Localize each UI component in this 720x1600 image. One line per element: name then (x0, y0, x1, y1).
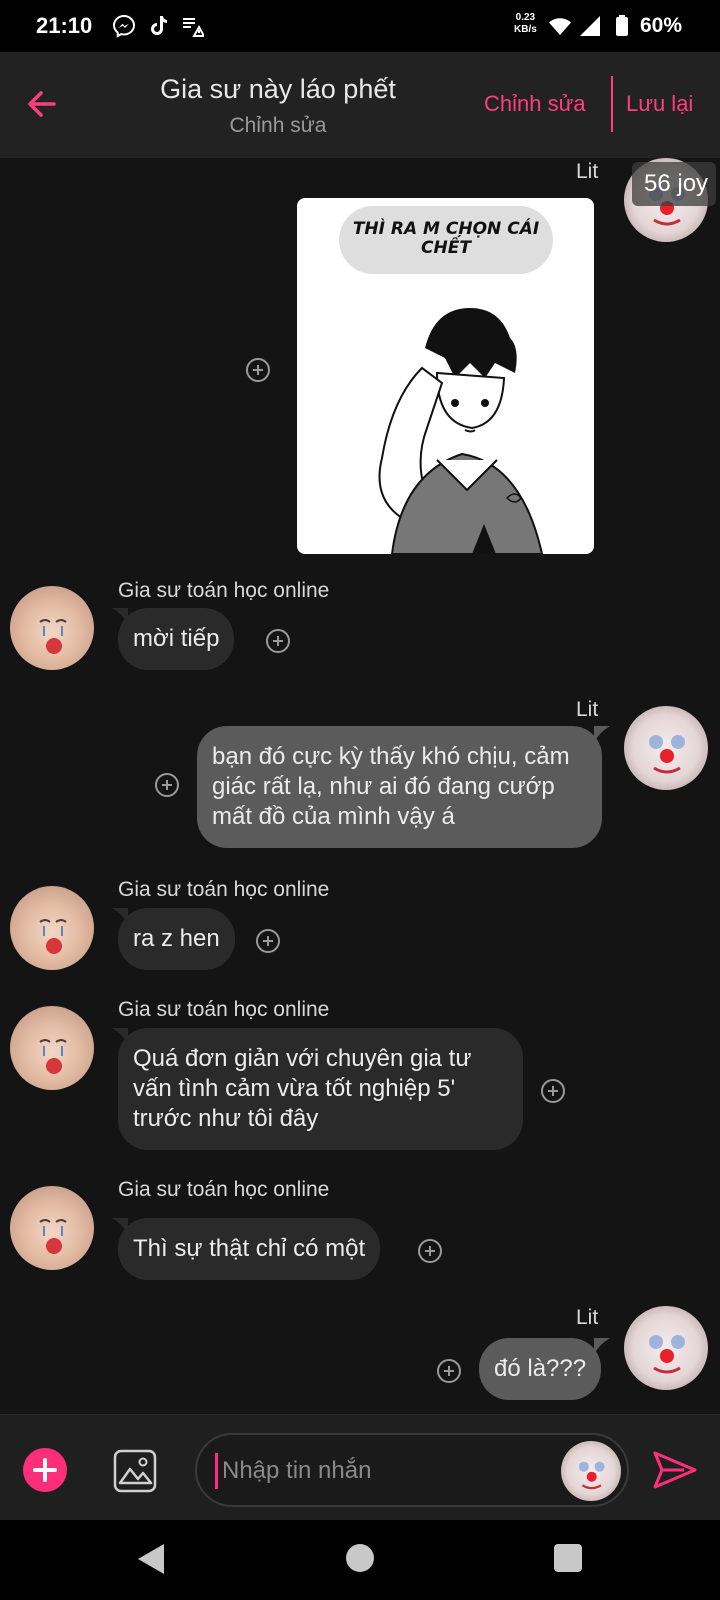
message-bubble[interactable]: bạn đó cực kỳ thấy khó chịu, cảm giác rấ… (197, 726, 602, 848)
reaction-badge: 56 joy (632, 162, 716, 206)
header-divider (611, 76, 613, 132)
send-icon[interactable] (652, 1449, 698, 1491)
sender-name: Gia sư toán học online (118, 878, 330, 901)
clown-avatar-icon (649, 1335, 685, 1374)
avatar[interactable] (10, 1006, 94, 1090)
image-gallery-icon[interactable] (112, 1448, 158, 1494)
back-arrow-icon[interactable] (22, 84, 62, 124)
avatar[interactable] (624, 706, 708, 790)
sender-name: Lit (576, 698, 599, 721)
add-reaction-icon[interactable] (265, 628, 291, 654)
network-speed-value: 0.23 (515, 12, 536, 23)
add-reaction-icon[interactable] (417, 1238, 443, 1264)
avatar[interactable] (10, 586, 94, 670)
message-bubble[interactable]: Quá đơn giản với chuyên gia tư vấn tình … (118, 1028, 523, 1150)
message-bubble[interactable]: đó là??? (479, 1338, 602, 1400)
sender-name: Gia sư toán học online (118, 998, 330, 1021)
image-message[interactable]: THÌ RA M CHỌN CÁI CHẾT (297, 198, 594, 554)
battery-percent: 60% (640, 14, 683, 37)
sender-name: Gia sư toán học online (118, 579, 330, 602)
add-reaction-icon[interactable] (436, 1358, 462, 1384)
add-reaction-icon[interactable] (255, 928, 281, 954)
clown-avatar-icon (39, 619, 67, 654)
battery-icon (616, 15, 628, 36)
message-bubble[interactable]: Thì sự thật chỉ có một (118, 1218, 381, 1280)
chat-subtitle: Chỉnh sửa (229, 114, 327, 137)
composer-bar (0, 1414, 720, 1520)
message-list[interactable]: Lit 56 joy THÌ RA M CHỌN CÁI CHẾT Gia sư… (0, 158, 720, 1414)
tiktok-icon (151, 16, 167, 35)
nav-back-icon[interactable] (136, 1542, 166, 1576)
message-input-wrapper (195, 1433, 629, 1507)
messenger-icon (112, 14, 136, 38)
message-input[interactable] (215, 1453, 545, 1489)
save-button[interactable]: Lưu lại (626, 91, 693, 117)
data-saver-icon (183, 18, 204, 37)
add-button[interactable] (23, 1448, 67, 1492)
add-reaction-icon[interactable] (154, 772, 180, 798)
clown-avatar-icon (39, 919, 67, 954)
nav-recents-icon[interactable] (554, 1544, 582, 1572)
manga-illustration (378, 308, 544, 554)
status-time: 21:10 (36, 13, 93, 38)
clown-avatar-icon (39, 1039, 67, 1074)
network-speed: 0.23 KB/s (514, 12, 537, 36)
network-speed-unit: KB/s (514, 24, 537, 35)
chat-header: Gia sư này láo phết Chỉnh sửa Chỉnh sửa … (0, 52, 720, 158)
message-bubble[interactable]: ra z hen (118, 908, 235, 970)
signal-icon (580, 16, 600, 36)
add-reaction-icon[interactable] (245, 357, 271, 383)
wifi-icon (549, 18, 571, 35)
persona-avatar[interactable] (561, 1441, 621, 1501)
clown-avatar-icon (39, 1219, 67, 1254)
sender-name: Lit (576, 160, 599, 183)
edit-button[interactable]: Chỉnh sửa (484, 91, 586, 117)
clown-avatar-icon (578, 1461, 605, 1490)
status-bar: 21:10 0.23 KB/s 60% (0, 0, 720, 52)
sender-name: Lit (576, 1306, 599, 1329)
add-reaction-icon[interactable] (540, 1078, 566, 1104)
clown-avatar-icon (649, 735, 685, 774)
nav-home-icon[interactable] (346, 1544, 374, 1572)
chat-title: Gia sư này láo phết (160, 74, 396, 104)
plus-icon (33, 1458, 57, 1482)
avatar[interactable] (10, 886, 94, 970)
avatar[interactable] (624, 1306, 708, 1390)
system-nav-bar (0, 1520, 720, 1600)
sender-name: Gia sư toán học online (118, 1178, 330, 1201)
message-bubble[interactable]: mời tiếp (118, 608, 235, 670)
avatar[interactable] (10, 1186, 94, 1270)
